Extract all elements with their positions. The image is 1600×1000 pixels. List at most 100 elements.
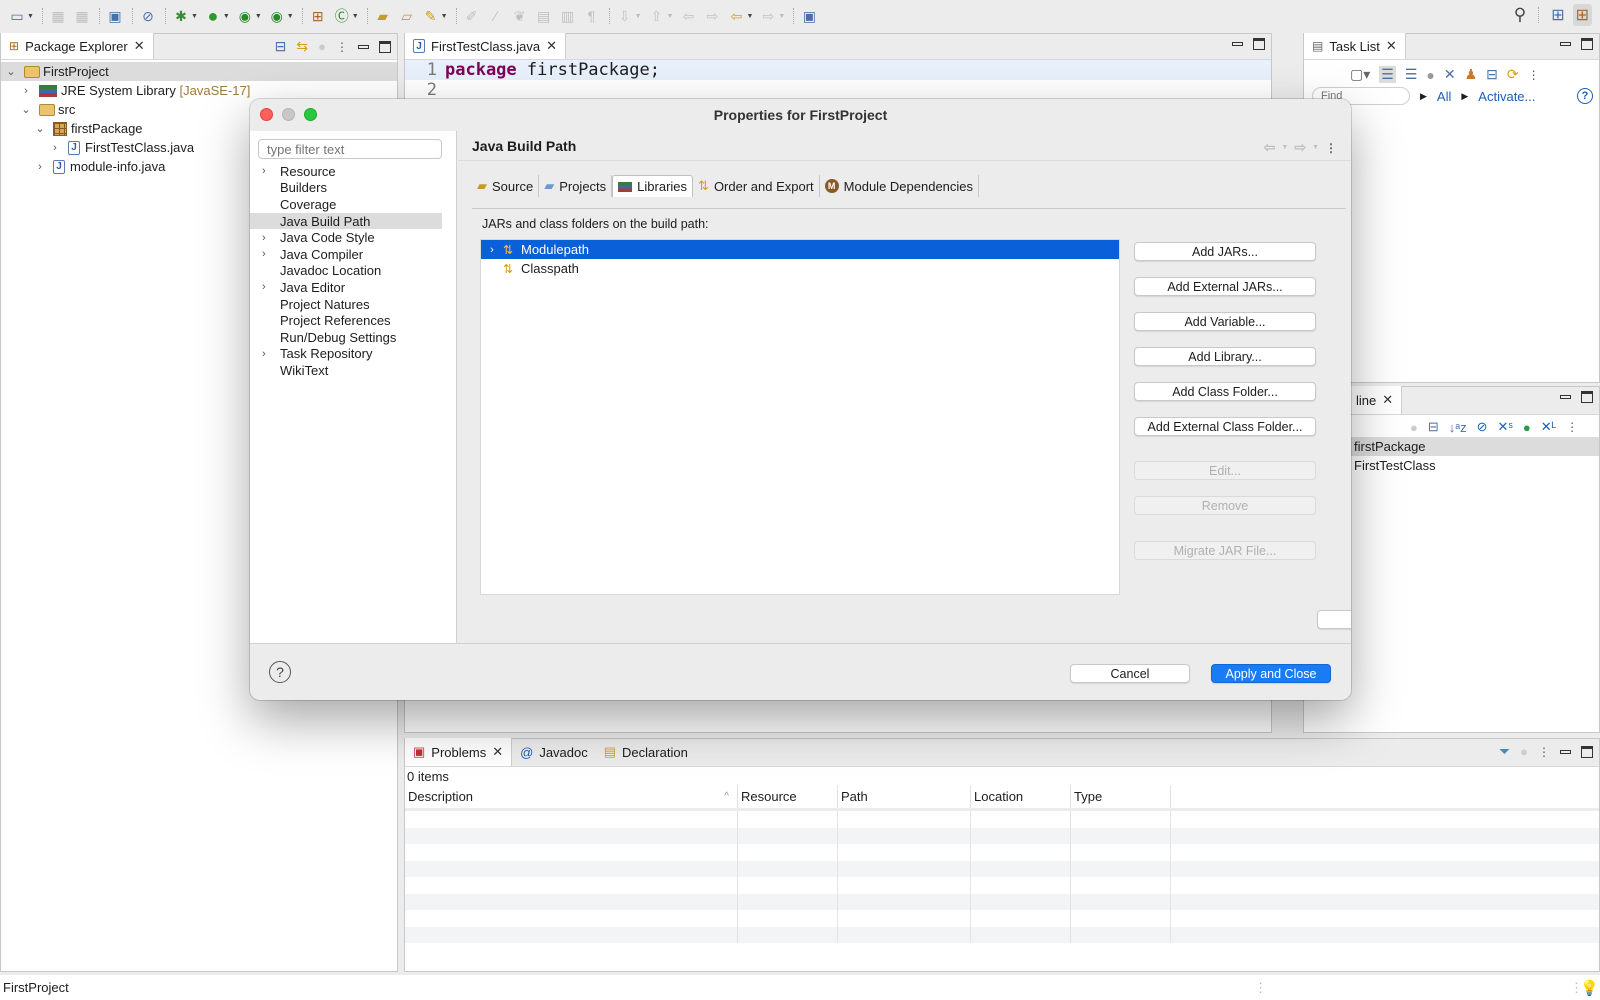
skip-breakpoints-icon[interactable]: ⊘	[137, 5, 159, 27]
chevron-right-icon[interactable]: ›	[258, 248, 280, 260]
search-dropdown-icon[interactable]: ▼	[441, 13, 448, 20]
previous-annotation-icon[interactable]: ⇧	[646, 5, 668, 27]
open-perspective-icon[interactable]: ⊞	[1551, 5, 1564, 25]
hide-static-icon[interactable]: ✕ˢ	[1498, 419, 1513, 435]
build-path-tree[interactable]: › ⇅ Modulepath ⇅ Classpath	[480, 239, 1120, 595]
view-menu-icon[interactable]: ⋮	[1538, 745, 1550, 759]
close-icon[interactable]: ✕	[134, 38, 145, 54]
nav-item[interactable]: Coverage	[250, 196, 456, 213]
hide-completed-icon[interactable]: ✕	[1444, 66, 1456, 83]
maximize-icon[interactable]	[1253, 38, 1265, 50]
column-type[interactable]: Type	[1071, 785, 1171, 808]
tree-item-firstproject[interactable]: ⌄ FirstProject	[1, 62, 397, 81]
maximize-icon[interactable]	[1581, 38, 1593, 50]
maximize-icon[interactable]	[379, 40, 391, 53]
help-icon[interactable]: ?	[1577, 88, 1593, 104]
coverage-icon[interactable]: ◉	[234, 5, 256, 27]
categorized-icon[interactable]: ☰	[1379, 66, 1396, 83]
apply-and-close-button[interactable]: Apply and Close	[1211, 664, 1331, 683]
back-dropdown-icon[interactable]: ▼	[1281, 144, 1288, 151]
tip-bulb-icon[interactable]: 💡	[1580, 979, 1599, 997]
activate-link[interactable]: Activate...	[1478, 89, 1535, 104]
sort-icon[interactable]: ↓ᵃz	[1449, 420, 1467, 435]
minimize-icon[interactable]	[1560, 749, 1571, 754]
tab-libraries[interactable]: Libraries	[612, 175, 694, 197]
view-menu-icon[interactable]: ⋮	[1566, 420, 1578, 434]
minimize-window-button[interactable]	[282, 108, 295, 121]
close-icon[interactable]: ✕	[1382, 392, 1393, 408]
filter-completed-icon[interactable]: ●	[1426, 67, 1434, 83]
apply-button[interactable]: Apply	[1317, 610, 1351, 629]
build-path-button[interactable]: Add External JARs...	[1134, 277, 1316, 296]
chevron-right-icon[interactable]: ›	[258, 281, 280, 293]
show-whitespace-icon[interactable]: ▤	[533, 5, 555, 27]
hide-local-types-icon[interactable]: ✕ᴸ	[1541, 419, 1556, 435]
synchronize-icon[interactable]: ⟳	[1507, 66, 1519, 83]
view-menu-icon[interactable]: ⋮	[336, 40, 348, 54]
minimize-icon[interactable]	[1560, 395, 1571, 399]
close-icon[interactable]: ✕	[1386, 38, 1397, 54]
filters-icon[interactable]: ●	[318, 39, 326, 54]
nav-item[interactable]: › Java Editor	[250, 279, 456, 296]
new-task-icon[interactable]: ▢▾	[1350, 66, 1370, 83]
hide-nonpublic-icon[interactable]: ●	[1523, 420, 1531, 435]
external-tools-icon[interactable]: ◉	[266, 5, 288, 27]
filter-icon[interactable]: ⏷	[1499, 743, 1510, 760]
tab-source[interactable]: ▰ Source	[472, 175, 540, 197]
pin-editor-icon[interactable]: ▣	[798, 5, 820, 27]
chevron-right-icon[interactable]: ›	[258, 232, 280, 244]
tab-package-explorer[interactable]: ⊞ Package Explorer ✕	[1, 33, 154, 59]
back-dropdown-icon[interactable]: ▼	[746, 13, 753, 20]
chevron-right-icon[interactable]: ›	[258, 348, 280, 360]
last-edit-forward-icon[interactable]: ⇨	[701, 5, 723, 27]
back-icon[interactable]: ⇦	[725, 5, 747, 27]
column-resource[interactable]: Resource	[738, 785, 838, 808]
focus-icon[interactable]: ●	[1520, 744, 1528, 759]
column-path[interactable]: Path	[838, 785, 971, 808]
tab-projects[interactable]: ▰ Projects	[539, 175, 613, 197]
back-icon[interactable]: ⇦	[1264, 139, 1276, 156]
forward-icon[interactable]: ⇨	[1294, 139, 1306, 156]
nav-item[interactable]: Builders	[250, 180, 456, 197]
build-path-button[interactable]: Add Library...	[1134, 347, 1316, 366]
tree-item-classpath[interactable]: ⇅ Classpath	[481, 259, 1119, 278]
debug-icon[interactable]: ✱	[170, 5, 192, 27]
help-icon[interactable]: ?	[269, 661, 291, 683]
filter-input[interactable]	[258, 139, 442, 159]
chevron-down-icon[interactable]: ⌄	[33, 122, 47, 135]
toggle-breadcrumb-icon[interactable]: ▥	[557, 5, 579, 27]
run-dropdown-icon[interactable]: ▼	[223, 13, 230, 20]
new-wizard-icon[interactable]: ▭	[6, 5, 28, 27]
toggle-block-selection-icon[interactable]: ∕	[485, 5, 507, 27]
save-all-icon[interactable]: ▦	[71, 5, 93, 27]
collapse-all-icon[interactable]: ⊟	[1486, 66, 1498, 83]
last-edit-icon[interactable]: ⇦	[677, 5, 699, 27]
tab-module-dependencies[interactable]: M Module Dependencies	[820, 175, 980, 197]
chevron-right-icon[interactable]: ›	[48, 142, 62, 154]
nav-item[interactable]: Project References	[250, 312, 456, 329]
build-path-button[interactable]: Add Class Folder...	[1134, 382, 1316, 401]
paragraph-icon[interactable]: ¶	[581, 5, 603, 27]
next-annotation-dropdown-icon[interactable]: ▼	[635, 13, 642, 20]
new-class-icon[interactable]: Ⓒ	[331, 5, 353, 27]
debug-dropdown-icon[interactable]: ▼	[191, 13, 198, 20]
link-with-editor-icon[interactable]: ⇆	[296, 38, 308, 55]
close-window-button[interactable]	[260, 108, 273, 121]
terminal-icon[interactable]: ▣	[104, 5, 126, 27]
chevron-right-icon[interactable]: ›	[19, 85, 33, 97]
search-icon[interactable]: ⚲	[1514, 5, 1526, 25]
chevron-right-icon[interactable]: ›	[33, 161, 47, 173]
chevron-right-icon[interactable]: ›	[258, 165, 280, 177]
maximize-icon[interactable]	[1581, 745, 1593, 758]
minimize-icon[interactable]	[358, 44, 369, 49]
code-area[interactable]: 1 package firstPackage; 2	[405, 60, 1271, 100]
tab-javadoc[interactable]: @ Javadoc	[512, 738, 596, 766]
java-perspective-icon[interactable]: ⊞	[1572, 4, 1592, 26]
chevron-down-icon[interactable]: ⌄	[4, 65, 18, 78]
external-tools-dropdown-icon[interactable]: ▼	[287, 13, 294, 20]
column-location[interactable]: Location	[971, 785, 1071, 808]
tab-firsttestclass[interactable]: J FirstTestClass.java ✕	[405, 33, 566, 59]
new-dropdown-icon[interactable]: ▼	[27, 13, 34, 20]
focus-icon[interactable]: ●	[1410, 420, 1418, 435]
nav-item[interactable]: Project Natures	[250, 296, 456, 313]
